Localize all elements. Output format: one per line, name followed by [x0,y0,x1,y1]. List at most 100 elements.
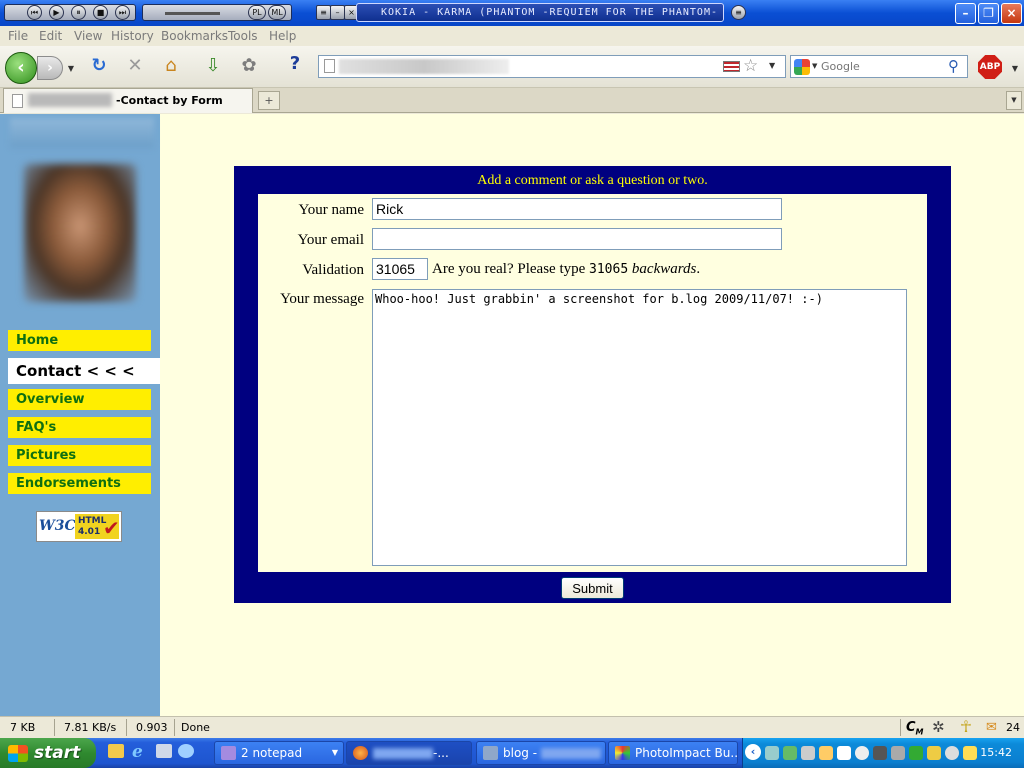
play-icon[interactable]: ▶ [49,5,64,20]
menu-bar: File Edit View History Bookmarks Tools H… [0,26,1024,46]
winamp-menu-icon[interactable]: ≡ [316,5,331,20]
magnifier-icon[interactable]: ⚲ [948,57,959,75]
sidebar-item-endorsements[interactable]: Endorsements [8,473,151,494]
task-notepad[interactable]: 2 notepad ▼ [214,741,344,765]
winamp-song-ticker: KOKIA - KARMA (PHANTOM -REQUIEM FOR THE … [356,3,724,22]
sidebar-item-overview[interactable]: Overview [8,389,151,410]
tray-collapse-icon[interactable]: ‹ [745,744,761,760]
restore-button[interactable]: ❐ [978,3,999,24]
winamp-menu-icon-2[interactable]: ≡ [731,5,746,20]
new-tab-button[interactable]: + [258,91,280,110]
submit-button[interactable]: Submit [561,577,624,599]
display-tray-icon[interactable] [909,746,923,760]
sidebar-item-pictures[interactable]: Pictures [8,445,151,466]
history-dropdown-icon[interactable]: ▼ [66,58,76,80]
reload-icon[interactable]: ↻ [88,55,110,77]
url-bar[interactable]: ☆ ▼ [318,55,786,78]
email-field[interactable] [372,228,782,250]
status-separator [126,719,127,736]
tab-title-redacted [28,93,112,107]
tab-contact-by-form[interactable]: -Contact by Form [3,88,253,113]
monitor-tray-icon[interactable] [873,746,887,760]
search-bar: ▼ ⚲ [790,55,968,78]
sidebar-item-home[interactable]: Home [8,330,151,351]
url-dropdown-icon[interactable]: ▼ [769,61,775,70]
checkmark-icon: ✔ [103,516,120,540]
validation-hint-end: . [696,261,701,277]
help-icon[interactable]: ? [282,53,308,75]
task-photoimpact[interactable]: PhotoImpact Bu... [608,741,738,765]
volume-tray-icon[interactable] [945,746,959,760]
usb-tray-icon[interactable] [963,746,977,760]
alert-tray-icon[interactable] [855,746,869,760]
name-label: Your name [298,202,364,218]
menu-bookmarks[interactable]: Bookmarks [161,29,228,43]
power-tray-icon[interactable] [927,746,941,760]
email-label: Your email [297,232,364,248]
blog-app-icon [483,746,498,760]
winamp-pl-button[interactable]: PL [248,5,266,20]
menu-file[interactable]: File [8,29,28,43]
next-track-icon[interactable]: ⏭ [115,5,130,20]
title-bar: ⏮ ▶ ⏸ ■ ⏭ PL ML ≡ – × KOKIA - KARMA (PHA… [0,0,1024,26]
sync-tray-icon[interactable] [801,746,815,760]
previous-track-icon[interactable]: ⏮ [27,5,42,20]
task-notepad-label: 2 notepad [241,746,303,760]
stop-icon[interactable]: ■ [93,5,108,20]
mail-icon[interactable]: ✉ [986,720,997,735]
task-blog-label: blog - [503,746,538,760]
message-label: Your message [280,291,364,307]
drive-tray-icon[interactable] [891,746,905,760]
validation-label: Validation [302,262,364,278]
form-fields: Your name Your email Validation Are you … [258,194,927,572]
winamp-ml-button[interactable]: ML [268,5,286,20]
menu-view[interactable]: View [74,29,102,43]
network-tray-icon[interactable] [765,746,779,760]
validation-code: 31065 [589,262,629,277]
media-quicklaunch-icon[interactable] [156,744,172,758]
menu-history[interactable]: History [111,29,154,43]
bookmark-star-icon[interactable]: ☆ [743,56,758,76]
bluetooth-tray-icon[interactable] [837,746,851,760]
ie-quicklaunch-icon[interactable]: e [132,742,143,762]
name-field[interactable] [372,198,782,220]
close-button[interactable]: × [1001,3,1022,24]
menu-help[interactable]: Help [269,29,296,43]
sidebar-item-contact[interactable]: Contact < < < [8,358,160,384]
w3c-html-badge[interactable]: W3C HTML 4.01 ✔ [36,511,122,542]
home-icon[interactable]: ⌂ [160,55,182,77]
task-firefox[interactable]: -... [346,741,472,765]
browser-quicklaunch-icon[interactable] [178,744,194,758]
task-blog[interactable]: blog - [476,741,606,765]
winamp-minimize-icon[interactable]: – [330,5,345,20]
menu-edit[interactable]: Edit [39,29,62,43]
ankh-icon[interactable]: ☥ [960,717,972,736]
pause-icon[interactable]: ⏸ [71,5,86,20]
page-icon [324,59,335,73]
back-button[interactable]: ‹ [5,52,37,84]
folder-quicklaunch-icon[interactable] [108,744,124,758]
engine-dropdown-icon[interactable]: ▼ [812,62,817,70]
bug-icon[interactable]: ✲ [932,718,945,736]
status-state: Done [181,721,210,734]
download-icon[interactable]: ⇩ [202,55,224,77]
security-tray-icon[interactable] [783,746,797,760]
minimize-button[interactable]: – [955,3,976,24]
addon-icon[interactable]: ✿ [238,55,260,77]
forward-button[interactable]: › [37,56,63,80]
menu-tools[interactable]: Tools [228,29,258,43]
message-textarea[interactable] [372,289,907,566]
sidebar: Home Contact < < < Overview FAQ's Pictur… [0,114,160,716]
search-input[interactable] [821,58,941,75]
volume-slider[interactable] [165,12,220,15]
cm-icon[interactable]: CM [906,720,924,737]
stop-load-icon[interactable]: ✕ [124,55,146,77]
validation-field[interactable] [372,258,428,280]
tab-list-button[interactable]: ▼ [1006,91,1022,110]
antivirus-tray-icon[interactable] [819,746,833,760]
abp-dropdown-icon[interactable]: ▼ [1010,58,1020,80]
status-time: 0.903 [136,721,168,734]
site-logo-redacted [10,118,154,148]
sidebar-item-faqs[interactable]: FAQ's [8,417,151,438]
google-icon[interactable] [794,59,810,75]
